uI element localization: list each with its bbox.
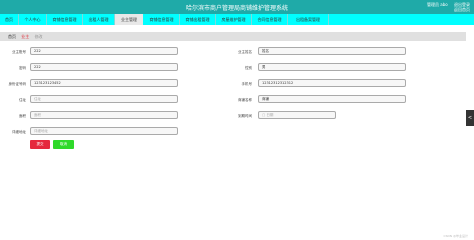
tab-filing[interactable]: 出租备案管理	[288, 14, 329, 25]
phone-label: 手机号	[241, 82, 253, 86]
tab-owner[interactable]: 业主管理	[115, 14, 143, 25]
submit-button[interactable]: 提交	[30, 140, 50, 149]
date-input[interactable]: ▢ 日期	[258, 111, 336, 119]
app-title: 哈尔滨市商户管理局商铺维护管理系统	[185, 5, 288, 12]
owner-name-input[interactable]: 姓名	[258, 47, 406, 55]
top-bar: 哈尔滨市商户管理局商铺维护管理系统 管理员 abo 退出登录 返回首页	[0, 0, 474, 14]
tab-rental[interactable]: 商铺出租管理	[180, 14, 216, 25]
watermark: CSDN @毕业设计	[443, 234, 468, 238]
id-card-input[interactable]: 123123123452	[30, 79, 178, 87]
tab-profile[interactable]: 个人中心	[19, 14, 47, 25]
remark-label: 详细地址	[12, 130, 26, 134]
gender-label: 性别	[245, 66, 252, 70]
user-label: 管理员 abo	[427, 2, 448, 7]
tab-lessor[interactable]: 出租人管理	[83, 14, 115, 25]
breadcrumb: 首页 业主 修改	[0, 32, 466, 41]
owner-account-input[interactable]: 222	[30, 47, 178, 55]
owner-name-label: 业主姓名	[238, 50, 252, 54]
breadcrumb-action: 修改	[34, 34, 43, 39]
date-label: 到期时间	[238, 114, 252, 118]
gender-select[interactable]: 男	[258, 63, 406, 71]
area-label: 面积	[19, 114, 26, 118]
shop-name-input[interactable]: 商铺	[258, 95, 406, 103]
date-placeholder: 日期	[266, 113, 274, 117]
tab-shop-info-2[interactable]: 商铺信息管理	[144, 14, 180, 25]
tab-home[interactable]: 首页	[0, 14, 19, 25]
password-label: 密码	[19, 66, 26, 70]
shop-name-label: 商铺名称	[238, 98, 252, 102]
area-placeholder: 面积	[34, 113, 41, 117]
nav-bar: 首页 个人中心 商铺信息管理 出租人管理 业主管理 商铺信息管理 商铺出租管理 …	[0, 14, 474, 25]
home-link[interactable]: 返回首页	[427, 7, 470, 12]
area-input[interactable]: 面积	[30, 111, 178, 119]
breadcrumb-current[interactable]: 业主	[21, 34, 29, 39]
tab-maintenance[interactable]: 房屋维护管理	[216, 14, 252, 25]
top-links: 管理员 abo 退出登录 返回首页	[422, 2, 470, 12]
cancel-button[interactable]: 取消	[53, 140, 74, 149]
breadcrumb-home[interactable]: 首页	[8, 34, 16, 39]
phone-input[interactable]: 12312312312312	[258, 79, 406, 87]
tab-shop-info[interactable]: 商铺信息管理	[47, 14, 83, 25]
password-input[interactable]: 222	[30, 63, 178, 71]
tab-contract[interactable]: 合同信息管理	[252, 14, 288, 25]
owner-account-label: 业主账号	[12, 50, 26, 54]
address-input[interactable]: 住址	[30, 95, 178, 103]
chevron-left-icon[interactable]: <	[466, 110, 474, 126]
id-card-label: 身份证号码	[8, 82, 27, 86]
address-label: 住址	[19, 98, 26, 102]
remark-placeholder: 详细地址	[34, 129, 48, 133]
remark-input[interactable]: 详细地址	[30, 127, 178, 135]
address-placeholder: 住址	[34, 97, 41, 101]
